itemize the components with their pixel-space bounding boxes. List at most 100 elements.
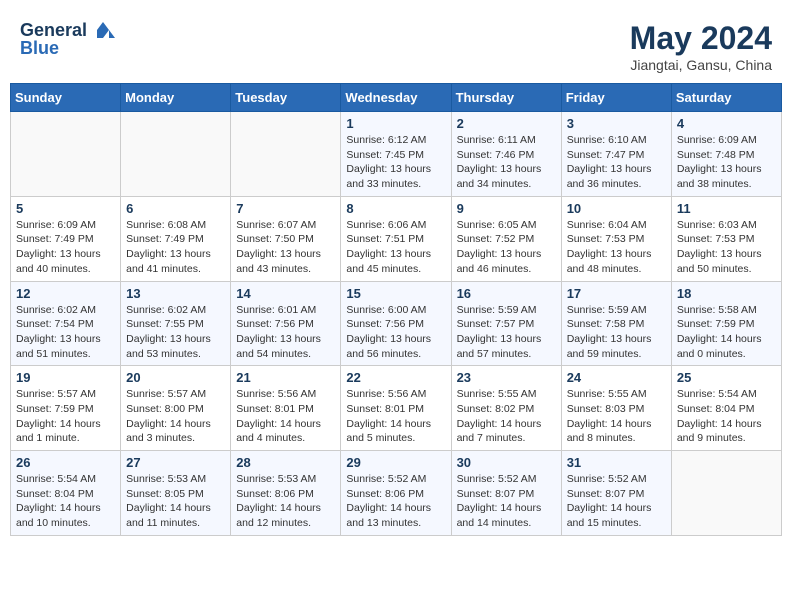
calendar-cell: 27 Sunrise: 5:53 AM Sunset: 8:05 PM Dayli… (121, 451, 231, 536)
day-number: 23 (457, 370, 556, 385)
cell-info: Sunrise: 6:00 AM Sunset: 7:56 PM Dayligh… (346, 303, 445, 362)
cell-info: Sunrise: 5:57 AM Sunset: 7:59 PM Dayligh… (16, 387, 115, 446)
day-number: 12 (16, 286, 115, 301)
title-block: May 2024 Jiangtai, Gansu, China (630, 20, 772, 73)
cell-info: Sunrise: 6:09 AM Sunset: 7:49 PM Dayligh… (16, 218, 115, 277)
cell-info: Sunrise: 6:08 AM Sunset: 7:49 PM Dayligh… (126, 218, 225, 277)
day-number: 27 (126, 455, 225, 470)
cell-info: Sunrise: 5:52 AM Sunset: 8:07 PM Dayligh… (567, 472, 666, 531)
cell-info: Sunrise: 5:54 AM Sunset: 8:04 PM Dayligh… (16, 472, 115, 531)
cell-info: Sunrise: 5:54 AM Sunset: 8:04 PM Dayligh… (677, 387, 776, 446)
cell-info: Sunrise: 6:04 AM Sunset: 7:53 PM Dayligh… (567, 218, 666, 277)
day-number: 10 (567, 201, 666, 216)
calendar-table: SundayMondayTuesdayWednesdayThursdayFrid… (10, 83, 782, 536)
calendar-cell: 2 Sunrise: 6:11 AM Sunset: 7:46 PM Daylig… (451, 112, 561, 197)
calendar-cell (671, 451, 781, 536)
day-number: 2 (457, 116, 556, 131)
cell-info: Sunrise: 5:59 AM Sunset: 7:58 PM Dayligh… (567, 303, 666, 362)
day-number: 31 (567, 455, 666, 470)
day-number: 5 (16, 201, 115, 216)
calendar-cell (11, 112, 121, 197)
day-number: 13 (126, 286, 225, 301)
calendar-cell (121, 112, 231, 197)
calendar-cell: 28 Sunrise: 5:53 AM Sunset: 8:06 PM Dayli… (231, 451, 341, 536)
cell-info: Sunrise: 6:07 AM Sunset: 7:50 PM Dayligh… (236, 218, 335, 277)
calendar-cell: 30 Sunrise: 5:52 AM Sunset: 8:07 PM Dayli… (451, 451, 561, 536)
calendar-cell: 7Sunrise: 6:07 AM Sunset: 7:50 PM Daylig… (231, 196, 341, 281)
week-row-3: 12 Sunrise: 6:02 AM Sunset: 7:54 PM Dayli… (11, 281, 782, 366)
cell-info: Sunrise: 6:02 AM Sunset: 7:54 PM Dayligh… (16, 303, 115, 362)
day-number: 3 (567, 116, 666, 131)
day-number: 6 (126, 201, 225, 216)
calendar-cell: 14Sunrise: 6:01 AM Sunset: 7:56 PM Dayli… (231, 281, 341, 366)
cell-info: Sunrise: 5:52 AM Sunset: 8:07 PM Dayligh… (457, 472, 556, 531)
calendar-cell: 26Sunrise: 5:54 AM Sunset: 8:04 PM Dayli… (11, 451, 121, 536)
calendar-cell: 29 Sunrise: 5:52 AM Sunset: 8:06 PM Dayli… (341, 451, 451, 536)
cell-info: Sunrise: 6:11 AM Sunset: 7:46 PM Dayligh… (457, 133, 556, 192)
cell-info: Sunrise: 6:03 AM Sunset: 7:53 PM Dayligh… (677, 218, 776, 277)
logo-icon (89, 20, 117, 42)
calendar-cell: 12 Sunrise: 6:02 AM Sunset: 7:54 PM Dayli… (11, 281, 121, 366)
calendar-cell: 21Sunrise: 5:56 AM Sunset: 8:01 PM Dayli… (231, 366, 341, 451)
week-row-4: 19 Sunrise: 5:57 AM Sunset: 7:59 PM Dayli… (11, 366, 782, 451)
cell-info: Sunrise: 6:12 AM Sunset: 7:45 PM Dayligh… (346, 133, 445, 192)
weekday-header-monday: Monday (121, 84, 231, 112)
cell-info: Sunrise: 6:01 AM Sunset: 7:56 PM Dayligh… (236, 303, 335, 362)
day-number: 22 (346, 370, 445, 385)
calendar-cell: 1 Sunrise: 6:12 AM Sunset: 7:45 PM Daylig… (341, 112, 451, 197)
calendar-cell: 20Sunrise: 5:57 AM Sunset: 8:00 PM Dayli… (121, 366, 231, 451)
weekday-header-thursday: Thursday (451, 84, 561, 112)
day-number: 30 (457, 455, 556, 470)
day-number: 24 (567, 370, 666, 385)
weekday-header-row: SundayMondayTuesdayWednesdayThursdayFrid… (11, 84, 782, 112)
calendar-cell: 25 Sunrise: 5:54 AM Sunset: 8:04 PM Dayli… (671, 366, 781, 451)
calendar-cell: 18Sunrise: 5:58 AM Sunset: 7:59 PM Dayli… (671, 281, 781, 366)
day-number: 16 (457, 286, 556, 301)
cell-info: Sunrise: 6:05 AM Sunset: 7:52 PM Dayligh… (457, 218, 556, 277)
page-header: General Blue May 2024 Jiangtai, Gansu, C… (10, 10, 782, 78)
calendar-cell: 22Sunrise: 5:56 AM Sunset: 8:01 PM Dayli… (341, 366, 451, 451)
calendar-cell: 11 Sunrise: 6:03 AM Sunset: 7:53 PM Dayli… (671, 196, 781, 281)
day-number: 29 (346, 455, 445, 470)
calendar-cell: 9Sunrise: 6:05 AM Sunset: 7:52 PM Daylig… (451, 196, 561, 281)
calendar-cell: 4Sunrise: 6:09 AM Sunset: 7:48 PM Daylig… (671, 112, 781, 197)
day-number: 19 (16, 370, 115, 385)
day-number: 4 (677, 116, 776, 131)
calendar-cell: 16 Sunrise: 5:59 AM Sunset: 7:57 PM Dayli… (451, 281, 561, 366)
cell-info: Sunrise: 5:52 AM Sunset: 8:06 PM Dayligh… (346, 472, 445, 531)
cell-info: Sunrise: 5:53 AM Sunset: 8:06 PM Dayligh… (236, 472, 335, 531)
cell-info: Sunrise: 5:57 AM Sunset: 8:00 PM Dayligh… (126, 387, 225, 446)
cell-info: Sunrise: 5:59 AM Sunset: 7:57 PM Dayligh… (457, 303, 556, 362)
cell-info: Sunrise: 6:02 AM Sunset: 7:55 PM Dayligh… (126, 303, 225, 362)
cell-info: Sunrise: 5:53 AM Sunset: 8:05 PM Dayligh… (126, 472, 225, 531)
calendar-cell (231, 112, 341, 197)
calendar-cell: 6 Sunrise: 6:08 AM Sunset: 7:49 PM Daylig… (121, 196, 231, 281)
day-number: 18 (677, 286, 776, 301)
calendar-cell: 10 Sunrise: 6:04 AM Sunset: 7:53 PM Dayli… (561, 196, 671, 281)
day-number: 21 (236, 370, 335, 385)
calendar-cell: 3Sunrise: 6:10 AM Sunset: 7:47 PM Daylig… (561, 112, 671, 197)
cell-info: Sunrise: 5:55 AM Sunset: 8:02 PM Dayligh… (457, 387, 556, 446)
day-number: 15 (346, 286, 445, 301)
cell-info: Sunrise: 6:06 AM Sunset: 7:51 PM Dayligh… (346, 218, 445, 277)
calendar-cell: 8 Sunrise: 6:06 AM Sunset: 7:51 PM Daylig… (341, 196, 451, 281)
weekday-header-sunday: Sunday (11, 84, 121, 112)
day-number: 1 (346, 116, 445, 131)
day-number: 11 (677, 201, 776, 216)
day-number: 17 (567, 286, 666, 301)
calendar-cell: 19 Sunrise: 5:57 AM Sunset: 7:59 PM Dayli… (11, 366, 121, 451)
cell-info: Sunrise: 5:55 AM Sunset: 8:03 PM Dayligh… (567, 387, 666, 446)
day-number: 8 (346, 201, 445, 216)
calendar-cell: 24 Sunrise: 5:55 AM Sunset: 8:03 PM Dayli… (561, 366, 671, 451)
location-text: Jiangtai, Gansu, China (630, 57, 772, 73)
day-number: 25 (677, 370, 776, 385)
day-number: 28 (236, 455, 335, 470)
weekday-header-tuesday: Tuesday (231, 84, 341, 112)
month-title: May 2024 (630, 20, 772, 57)
week-row-2: 5 Sunrise: 6:09 AM Sunset: 7:49 PM Daylig… (11, 196, 782, 281)
calendar-cell: 17 Sunrise: 5:59 AM Sunset: 7:58 PM Dayli… (561, 281, 671, 366)
calendar-cell: 23 Sunrise: 5:55 AM Sunset: 8:02 PM Dayli… (451, 366, 561, 451)
week-row-5: 26Sunrise: 5:54 AM Sunset: 8:04 PM Dayli… (11, 451, 782, 536)
calendar-cell: 13 Sunrise: 6:02 AM Sunset: 7:55 PM Dayli… (121, 281, 231, 366)
weekday-header-friday: Friday (561, 84, 671, 112)
